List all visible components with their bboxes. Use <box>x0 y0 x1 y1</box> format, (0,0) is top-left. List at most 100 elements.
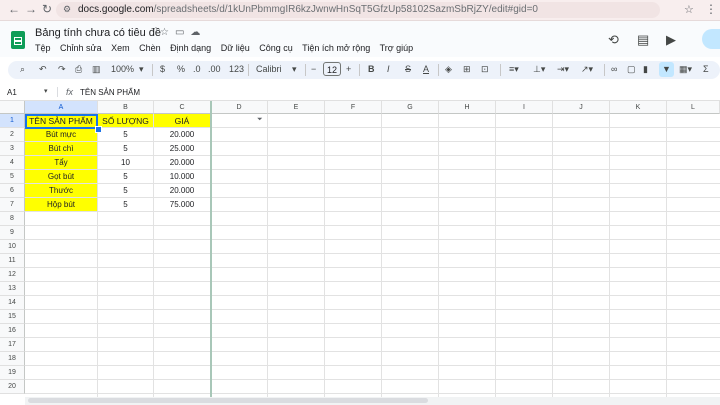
bold-button[interactable]: B <box>368 64 375 74</box>
table-cell-c2[interactable]: 20.000 <box>154 128 210 141</box>
browser-menu-icon[interactable]: ⋮ <box>705 2 717 16</box>
table-cell-b2[interactable]: 5 <box>98 128 153 141</box>
menu-file[interactable]: Tệp <box>35 43 51 53</box>
column-filter-icon[interactable]: ⏷ <box>257 116 263 124</box>
column-header-c[interactable]: C <box>154 101 211 114</box>
forward-icon[interactable]: → <box>25 2 37 16</box>
column-header-l[interactable]: L <box>667 101 720 114</box>
paint-format-icon[interactable]: ▥ <box>92 64 101 75</box>
insert-chart-icon[interactable]: ▮ <box>643 64 648 75</box>
column-header-a[interactable]: A <box>25 101 98 114</box>
row-header-11[interactable]: 11 <box>0 254 25 268</box>
increase-decimal-button[interactable]: .00 <box>208 64 221 74</box>
column-header-d[interactable]: D <box>211 101 268 114</box>
font-size-input[interactable]: 12 <box>323 62 341 76</box>
back-icon[interactable]: ← <box>8 2 20 16</box>
borders-icon[interactable]: ⊞ <box>463 64 471 75</box>
frozen-column-divider[interactable] <box>210 101 212 397</box>
move-folder-icon[interactable]: ▭ <box>175 27 190 38</box>
menu-data[interactable]: Dữ liệu <box>221 43 250 53</box>
decrease-decimal-button[interactable]: .0 <box>193 64 201 74</box>
table-cell-c5[interactable]: 10.000 <box>154 170 210 183</box>
sheets-logo-icon[interactable] <box>11 31 25 49</box>
row-header-6[interactable]: 6 <box>0 184 25 198</box>
row-header-20[interactable]: 20 <box>0 380 25 394</box>
table-cell-b7[interactable]: 5 <box>98 198 153 211</box>
text-rotation-icon[interactable]: ↗▾ <box>581 64 593 75</box>
table-cell-b4[interactable]: 10 <box>98 156 153 169</box>
column-header-j[interactable]: J <box>553 101 610 114</box>
filter-icon[interactable]: ▼ <box>662 64 671 74</box>
insert-link-icon[interactable]: ∞ <box>611 64 617 74</box>
row-header-14[interactable]: 14 <box>0 296 25 310</box>
cloud-status-icon[interactable]: ☁ <box>190 27 206 38</box>
horizontal-align-icon[interactable]: ≡▾ <box>509 64 519 75</box>
document-title[interactable]: Bảng tính chưa có tiêu đề <box>35 27 161 39</box>
history-icon[interactable]: ⟲ <box>608 32 619 48</box>
increase-font-size-button[interactable]: + <box>346 64 351 74</box>
menu-help[interactable]: Trợ giúp <box>380 43 414 53</box>
row-header-16[interactable]: 16 <box>0 324 25 338</box>
zoom-select[interactable]: 100% <box>111 64 134 74</box>
table-cell-b3[interactable]: 5 <box>98 142 153 155</box>
column-header-e[interactable]: E <box>268 101 325 114</box>
column-header-b[interactable]: B <box>98 101 154 114</box>
functions-icon[interactable]: Σ <box>703 64 709 74</box>
table-cell-c7[interactable]: 75.000 <box>154 198 210 211</box>
column-header-g[interactable]: G <box>382 101 439 114</box>
row-header-13[interactable]: 13 <box>0 282 25 296</box>
decrease-font-size-button[interactable]: − <box>311 64 316 74</box>
site-info-icon[interactable]: ⚙ <box>63 4 71 15</box>
zoom-chevron-down-icon[interactable]: ▾ <box>139 64 144 75</box>
horizontal-scrollbar-thumb[interactable] <box>28 398 428 403</box>
star-icon[interactable]: ☆ <box>160 27 175 38</box>
row-header-12[interactable]: 12 <box>0 268 25 282</box>
row-header-19[interactable]: 19 <box>0 366 25 380</box>
column-header-i[interactable]: I <box>496 101 553 114</box>
column-header-f[interactable]: F <box>325 101 382 114</box>
text-wrap-icon[interactable]: ⇥▾ <box>557 64 569 75</box>
column-header-h[interactable]: H <box>439 101 496 114</box>
font-select[interactable]: Calibri <box>256 64 282 74</box>
name-box-chevron-down-icon[interactable]: ▾ <box>44 87 48 95</box>
row-header-18[interactable]: 18 <box>0 352 25 366</box>
menu-format[interactable]: Định dạng <box>170 43 211 53</box>
row-header-7[interactable]: 7 <box>0 198 25 212</box>
insert-comment-icon[interactable]: ▢ <box>627 64 636 75</box>
share-button[interactable] <box>702 29 720 49</box>
menu-edit[interactable]: Chỉnh sửa <box>60 43 102 53</box>
percent-format-button[interactable]: % <box>177 64 185 74</box>
filter-views-icon[interactable]: ▦▾ <box>679 64 692 75</box>
table-cell-a7[interactable]: Hộp bút <box>25 198 97 211</box>
table-cell-a6[interactable]: Thước <box>25 184 97 197</box>
row-header-5[interactable]: 5 <box>0 170 25 184</box>
vertical-align-icon[interactable]: ⊥▾ <box>533 64 545 75</box>
table-cell-a3[interactable]: Bút chì <box>25 142 97 155</box>
strikethrough-button[interactable]: S <box>405 64 411 74</box>
print-icon[interactable]: ⎙ <box>75 64 82 75</box>
row-header-9[interactable]: 9 <box>0 226 25 240</box>
header-cell-c[interactable]: GIÁ <box>154 114 210 127</box>
row-header-4[interactable]: 4 <box>0 156 25 170</box>
search-menus-icon[interactable]: ⌕ <box>20 64 25 75</box>
row-header-10[interactable]: 10 <box>0 240 25 254</box>
row-header-8[interactable]: 8 <box>0 212 25 226</box>
select-all-corner[interactable] <box>0 101 25 114</box>
merge-cells-icon[interactable]: ⊡ <box>481 64 489 75</box>
formula-input[interactable]: TÊN SẢN PHẨM <box>80 88 140 97</box>
table-cell-a2[interactable]: Bút mực <box>25 128 97 141</box>
undo-icon[interactable]: ↶ <box>39 64 47 75</box>
menu-tools[interactable]: Công cụ <box>259 43 293 53</box>
font-chevron-down-icon[interactable]: ▾ <box>292 64 297 75</box>
table-cell-c3[interactable]: 25.000 <box>154 142 210 155</box>
row-header-17[interactable]: 17 <box>0 338 25 352</box>
row-header-3[interactable]: 3 <box>0 142 25 156</box>
italic-button[interactable]: I <box>387 64 390 74</box>
row-header-1[interactable]: 1 <box>0 114 25 128</box>
table-cell-a4[interactable]: Tẩy <box>25 156 97 169</box>
table-cell-c4[interactable]: 20.000 <box>154 156 210 169</box>
fill-color-icon[interactable]: ◈ <box>445 64 452 75</box>
bookmark-star-icon[interactable]: ☆ <box>684 3 694 16</box>
row-header-2[interactable]: 2 <box>0 128 25 142</box>
reload-icon[interactable]: ↻ <box>42 2 52 16</box>
